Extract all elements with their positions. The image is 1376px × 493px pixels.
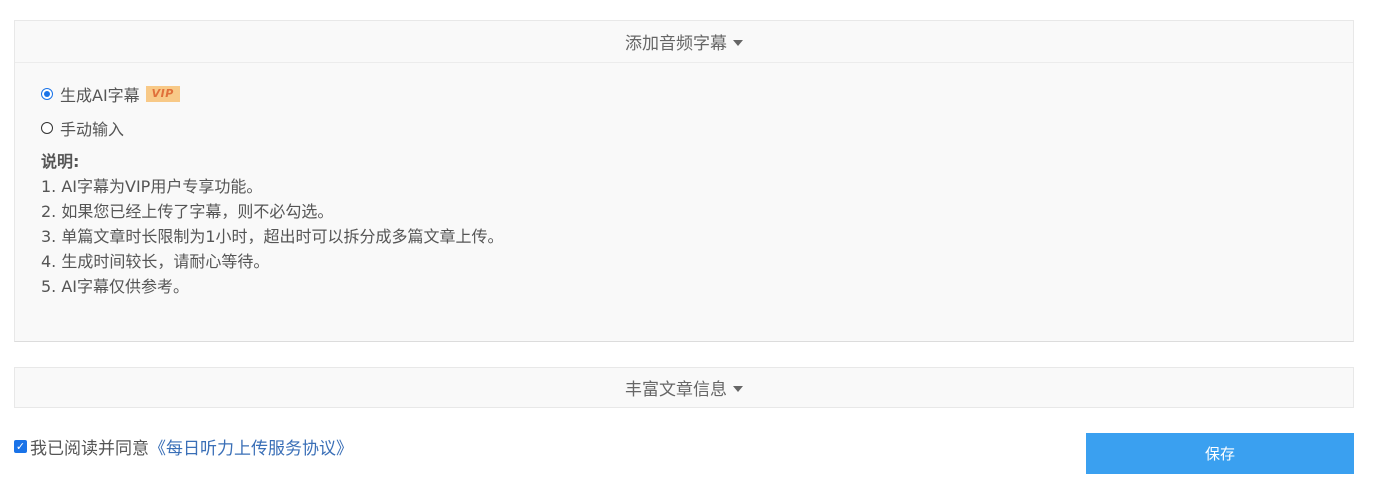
note-line: 2. 如果您已经上传了字幕，则不必勾选。 [41, 202, 334, 221]
enrich-article-panel: 丰富文章信息 [14, 367, 1354, 408]
radio-label-manual-input: 手动输入 [60, 120, 125, 139]
note-line: 5. AI字幕仅供参考。 [41, 277, 190, 296]
service-agreement-link[interactable]: 《每日听力上传服务协议》 [149, 434, 353, 459]
note-line: 4. 生成时间较长，请耐心等待。 [41, 252, 270, 271]
notes-title: 说明: [41, 152, 80, 171]
audio-subtitle-panel: 添加音频字幕 生成AI字幕 VIP 手动输入 说明: 1. AI字幕为VIP用户… [14, 20, 1354, 342]
radio-button-manual-input[interactable] [41, 122, 53, 134]
note-line: 3. 单篇文章时长限制为1小时，超出时可以拆分成多篇文章上传。 [41, 227, 504, 246]
radio-label-ai-subtitle: 生成AI字幕 [60, 86, 140, 105]
note-line: 1. AI字幕为VIP用户专享功能。 [41, 177, 263, 196]
audio-subtitle-panel-body: 生成AI字幕 VIP 手动输入 说明: 1. AI字幕为VIP用户专享功能。 2… [15, 63, 1353, 299]
radio-option-ai-subtitle[interactable]: 生成AI字幕 VIP [41, 83, 1353, 105]
caret-down-icon [733, 385, 743, 392]
agreement-text: 我已阅读并同意 [30, 439, 149, 459]
notes-block: 说明: 1. AI字幕为VIP用户专享功能。 2. 如果您已经上传了字幕，则不必… [41, 149, 1353, 299]
vip-badge: VIP [145, 86, 180, 102]
enrich-article-panel-header[interactable]: 丰富文章信息 [15, 368, 1353, 407]
agreement-checkbox[interactable]: ✓ [14, 440, 27, 453]
caret-down-icon [733, 39, 743, 46]
enrich-article-panel-title: 丰富文章信息 [625, 380, 727, 400]
agreement-row: ✓ 我已阅读并同意 《每日听力上传服务协议》 [14, 434, 353, 459]
audio-subtitle-panel-header[interactable]: 添加音频字幕 [15, 21, 1353, 63]
save-button[interactable]: 保存 [1086, 433, 1354, 474]
radio-option-manual-input[interactable]: 手动输入 [41, 117, 1353, 139]
audio-subtitle-panel-title: 添加音频字幕 [625, 34, 727, 54]
radio-button-ai-subtitle[interactable] [41, 88, 53, 100]
